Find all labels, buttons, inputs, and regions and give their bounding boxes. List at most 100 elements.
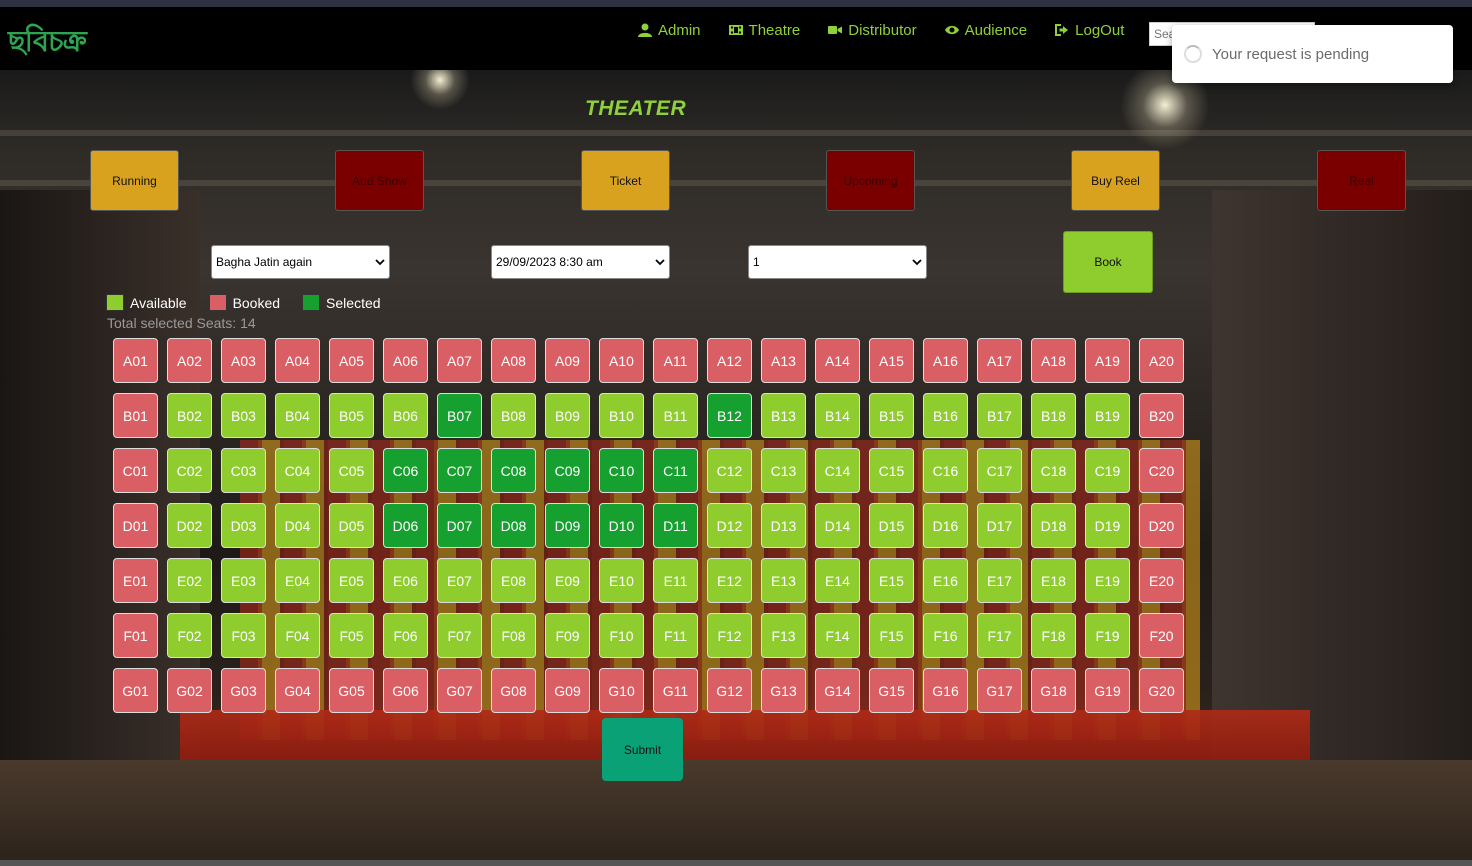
seat-b10[interactable]: B10 [599,393,644,438]
seat-a17[interactable]: A17 [977,338,1022,383]
seat-b16[interactable]: B16 [923,393,968,438]
seat-a07[interactable]: A07 [437,338,482,383]
seat-c19[interactable]: C19 [1085,448,1130,493]
seat-c10[interactable]: C10 [599,448,644,493]
seat-a14[interactable]: A14 [815,338,860,383]
seat-b18[interactable]: B18 [1031,393,1076,438]
seat-b08[interactable]: B08 [491,393,536,438]
seat-d17[interactable]: D17 [977,503,1022,548]
seat-e16[interactable]: E16 [923,558,968,603]
seat-d08[interactable]: D08 [491,503,536,548]
seat-a05[interactable]: A05 [329,338,374,383]
seat-a16[interactable]: A16 [923,338,968,383]
seat-d07[interactable]: D07 [437,503,482,548]
nav-logout[interactable]: LogOut [1055,21,1124,39]
seat-g18[interactable]: G18 [1031,668,1076,713]
seat-b15[interactable]: B15 [869,393,914,438]
seat-f09[interactable]: F09 [545,613,590,658]
seat-c13[interactable]: C13 [761,448,806,493]
seat-f16[interactable]: F16 [923,613,968,658]
seat-a10[interactable]: A10 [599,338,644,383]
seat-c09[interactable]: C09 [545,448,590,493]
reel-button[interactable]: Reel [1317,150,1406,211]
seat-c03[interactable]: C03 [221,448,266,493]
seat-a02[interactable]: A02 [167,338,212,383]
seat-e09[interactable]: E09 [545,558,590,603]
seat-b11[interactable]: B11 [653,393,698,438]
seat-d12[interactable]: D12 [707,503,752,548]
seat-d18[interactable]: D18 [1031,503,1076,548]
seat-g19[interactable]: G19 [1085,668,1130,713]
seat-a06[interactable]: A06 [383,338,428,383]
seat-b04[interactable]: B04 [275,393,320,438]
seat-f07[interactable]: F07 [437,613,482,658]
seat-c14[interactable]: C14 [815,448,860,493]
seat-e02[interactable]: E02 [167,558,212,603]
add-show-button[interactable]: Add Show [335,150,424,211]
seat-e05[interactable]: E05 [329,558,374,603]
seat-g20[interactable]: G20 [1139,668,1184,713]
seat-f06[interactable]: F06 [383,613,428,658]
seat-e20[interactable]: E20 [1139,558,1184,603]
seat-e08[interactable]: E08 [491,558,536,603]
showtime-select[interactable]: 29/09/2023 8:30 am [491,245,670,279]
seat-a11[interactable]: A11 [653,338,698,383]
seat-b09[interactable]: B09 [545,393,590,438]
seat-d03[interactable]: D03 [221,503,266,548]
nav-audience[interactable]: Audience [944,21,1027,39]
seat-b05[interactable]: B05 [329,393,374,438]
seat-f12[interactable]: F12 [707,613,752,658]
seat-b19[interactable]: B19 [1085,393,1130,438]
seat-c20[interactable]: C20 [1139,448,1184,493]
seat-g07[interactable]: G07 [437,668,482,713]
seat-e04[interactable]: E04 [275,558,320,603]
book-button[interactable]: Book [1063,231,1153,293]
upcoming-button[interactable]: Upcoming [826,150,915,211]
seat-f05[interactable]: F05 [329,613,374,658]
seat-c04[interactable]: C04 [275,448,320,493]
seat-f13[interactable]: F13 [761,613,806,658]
buy-reel-button[interactable]: Buy Reel [1071,150,1160,211]
seat-g08[interactable]: G08 [491,668,536,713]
nav-theatre[interactable]: Theatre [728,21,800,39]
seat-d09[interactable]: D09 [545,503,590,548]
seat-c01[interactable]: C01 [113,448,158,493]
seat-a09[interactable]: A09 [545,338,590,383]
seat-a15[interactable]: A15 [869,338,914,383]
seat-d14[interactable]: D14 [815,503,860,548]
seat-f15[interactable]: F15 [869,613,914,658]
seat-a01[interactable]: A01 [113,338,158,383]
seat-f17[interactable]: F17 [977,613,1022,658]
seat-f04[interactable]: F04 [275,613,320,658]
seat-a04[interactable]: A04 [275,338,320,383]
running-button[interactable]: Running [90,150,179,211]
seat-d13[interactable]: D13 [761,503,806,548]
seat-f03[interactable]: F03 [221,613,266,658]
seat-a13[interactable]: A13 [761,338,806,383]
seat-b13[interactable]: B13 [761,393,806,438]
seat-c12[interactable]: C12 [707,448,752,493]
seat-e14[interactable]: E14 [815,558,860,603]
seat-b14[interactable]: B14 [815,393,860,438]
seat-a18[interactable]: A18 [1031,338,1076,383]
seat-a12[interactable]: A12 [707,338,752,383]
seat-d16[interactable]: D16 [923,503,968,548]
seat-e13[interactable]: E13 [761,558,806,603]
seat-g09[interactable]: G09 [545,668,590,713]
seat-g04[interactable]: G04 [275,668,320,713]
seat-d19[interactable]: D19 [1085,503,1130,548]
seat-b02[interactable]: B02 [167,393,212,438]
seat-c11[interactable]: C11 [653,448,698,493]
seat-f18[interactable]: F18 [1031,613,1076,658]
seat-f10[interactable]: F10 [599,613,644,658]
seat-g14[interactable]: G14 [815,668,860,713]
seat-e03[interactable]: E03 [221,558,266,603]
seat-a19[interactable]: A19 [1085,338,1130,383]
nav-distributor[interactable]: Distributor [828,21,917,39]
seat-f20[interactable]: F20 [1139,613,1184,658]
seat-d04[interactable]: D04 [275,503,320,548]
seat-b12[interactable]: B12 [707,393,752,438]
seat-g16[interactable]: G16 [923,668,968,713]
seat-d10[interactable]: D10 [599,503,644,548]
seat-f11[interactable]: F11 [653,613,698,658]
